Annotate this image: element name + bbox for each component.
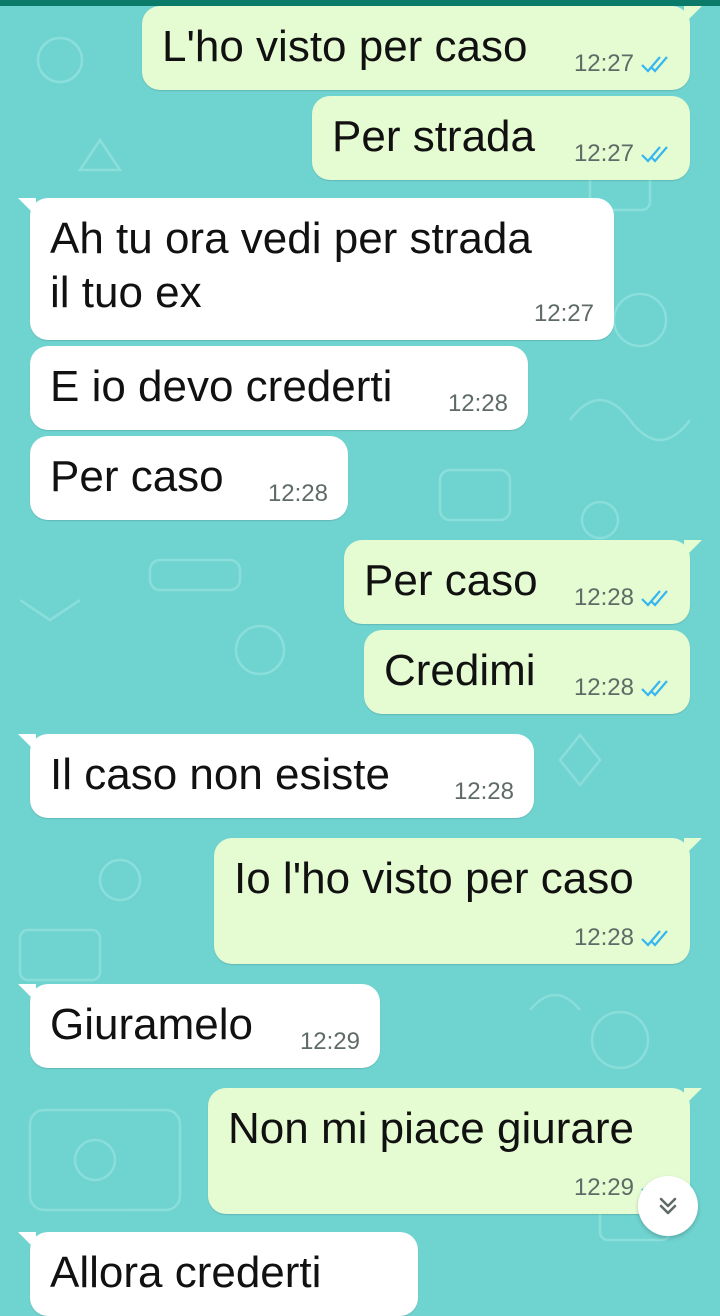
double-check-icon [641, 930, 668, 947]
message-time: 12:27 [533, 300, 594, 327]
message-bubble[interactable]: Per caso 12:28 [344, 540, 702, 624]
message-meta: 12:28 [448, 390, 508, 418]
message-text: Io l'ho visto per caso [234, 854, 634, 903]
message-text: Allora crederti [50, 1248, 322, 1297]
message-meta: 12:27 [534, 300, 594, 328]
message-list[interactable]: L'ho visto per caso 12:27 Per strada 12:… [0, 0, 720, 1316]
message-bubble[interactable]: Allora crederti [18, 1232, 418, 1316]
message-text: Il caso non esiste [50, 750, 390, 799]
message-meta: 12:28 [454, 778, 514, 806]
message-bubble[interactable]: L'ho visto per caso 12:27 [142, 6, 702, 90]
message-meta: 12:29 [300, 1028, 360, 1056]
message-bubble[interactable]: Per caso 12:28 [30, 436, 348, 520]
message-bubble[interactable]: Il caso non esiste 12:28 [18, 734, 534, 818]
scroll-to-bottom-button[interactable] [638, 1176, 698, 1236]
message-meta: 12:28 [574, 924, 672, 952]
message-time: 12:29 [299, 1028, 360, 1055]
message-bubble[interactable]: Non mi piace giurare 12:29 [208, 1088, 702, 1214]
message-text: Non mi piace giurare [228, 1104, 634, 1153]
message-text: E io devo crederti [50, 362, 393, 411]
message-meta: 12:27 [574, 140, 672, 168]
double-check-icon [641, 590, 668, 607]
message-time: 12:28 [447, 390, 508, 417]
message-time: 12:28 [267, 480, 328, 507]
message-meta: 12:27 [574, 50, 672, 78]
message-time: 12:28 [573, 674, 634, 701]
message-time: 12:28 [573, 924, 634, 951]
message-bubble[interactable]: Credimi 12:28 [364, 630, 690, 714]
message-meta: 12:28 [574, 584, 672, 612]
message-bubble[interactable]: Per strada 12:27 [312, 96, 690, 180]
message-bubble[interactable]: Giuramelo 12:29 [18, 984, 380, 1068]
message-bubble[interactable]: Ah tu ora vedi per strada il tuo ex 12:2… [18, 198, 614, 340]
message-time: 12:27 [573, 50, 634, 77]
message-bubble[interactable]: E io devo crederti 12:28 [30, 346, 528, 430]
message-meta: 12:28 [268, 480, 328, 508]
double-check-icon [641, 146, 668, 163]
double-check-icon [641, 680, 668, 697]
message-time: 12:28 [573, 584, 634, 611]
double-check-icon [641, 56, 668, 73]
chevron-double-down-icon [659, 1197, 677, 1215]
message-time: 12:28 [453, 778, 514, 805]
message-text: Ah tu ora vedi per strada il tuo ex [50, 214, 532, 317]
message-bubble[interactable]: Io l'ho visto per caso 12:28 [214, 838, 702, 964]
message-time: 12:29 [573, 1174, 634, 1201]
message-meta: 12:28 [574, 674, 672, 702]
message-time: 12:27 [573, 140, 634, 167]
